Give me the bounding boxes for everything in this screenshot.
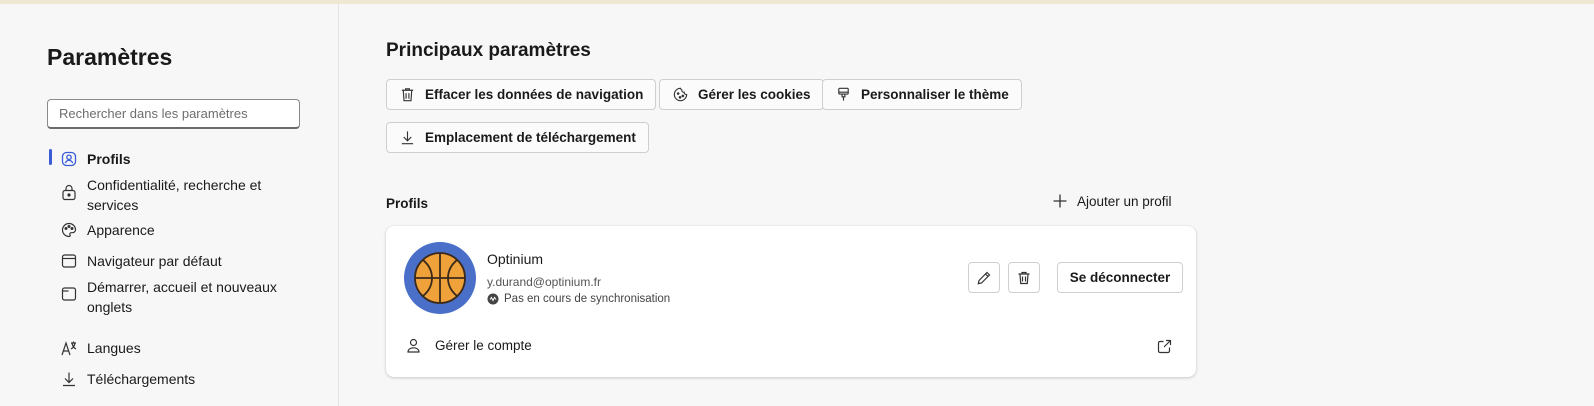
sign-out-button[interactable]: Se déconnecter — [1057, 262, 1183, 293]
download-icon — [401, 131, 414, 145]
chip-label: Effacer les données de navigation — [425, 87, 644, 102]
chip-label: Gérer les cookies — [698, 87, 811, 102]
add-profile-button[interactable]: Ajouter un profil — [1052, 193, 1172, 209]
person-icon — [407, 338, 420, 353]
browser-icon — [61, 254, 77, 268]
palette-icon — [61, 222, 77, 238]
sidebar-item-label: Confidentialité, recherche et services — [87, 177, 262, 213]
pencil-icon — [977, 271, 991, 284]
settings-search-input[interactable] — [47, 99, 300, 129]
sidebar-item-label: Téléchargements — [87, 371, 196, 387]
sidebar-item-label: Navigateur par défaut — [87, 253, 222, 269]
sidebar-title: Paramètres — [47, 44, 173, 70]
profile-name: Optinium — [487, 251, 544, 267]
download-icon — [63, 372, 75, 387]
sidebar-item-label: Démarrer, accueil et nouveaux onglets — [87, 279, 277, 315]
chip-label: Emplacement de téléchargement — [425, 130, 636, 145]
external-link-icon[interactable] — [1156, 338, 1173, 355]
chip-label: Personnaliser le thème — [861, 87, 1009, 102]
edit-profile-button[interactable] — [968, 262, 1000, 293]
plus-icon — [1053, 194, 1067, 208]
start-page-icon — [61, 287, 77, 301]
sidebar-item-label: Langues — [87, 340, 141, 356]
sidebar-item-navigateur-defaut[interactable]: Navigateur par défaut — [60, 251, 297, 271]
profiles-section-label: Profils — [386, 196, 429, 211]
profile-email: y.durand@optinium.fr — [487, 275, 602, 289]
sidebar-item-profils[interactable]: Profils — [60, 149, 297, 169]
manage-account-link[interactable]: Gérer le compte — [405, 337, 532, 354]
active-indicator — [49, 149, 52, 165]
delete-profile-button[interactable] — [1008, 262, 1040, 293]
manage-cookies-button[interactable]: Gérer les cookies — [659, 79, 824, 110]
language-icon — [61, 341, 77, 356]
page-title: Principaux paramètres — [386, 40, 591, 61]
sidebar-item-confidentialite[interactable]: Confidentialité, recherche et services — [60, 175, 297, 215]
sync-status: Pas en cours de synchronisation — [487, 293, 670, 305]
lock-icon — [62, 184, 76, 201]
trash-icon — [1018, 271, 1030, 284]
avatar — [404, 242, 476, 314]
add-profile-label: Ajouter un profil — [1077, 193, 1172, 209]
sidebar-item-label: Profils — [87, 151, 131, 167]
sidebar-item-label: Apparence — [87, 222, 155, 238]
sync-status-label: Pas en cours de synchronisation — [504, 293, 671, 305]
customize-theme-button[interactable]: Personnaliser le thème — [822, 79, 1022, 110]
trash-icon — [401, 88, 414, 102]
sidebar-item-telechargements[interactable]: Téléchargements — [60, 369, 297, 389]
sidebar-item-apparence[interactable]: Apparence — [60, 220, 297, 240]
profile-icon — [61, 151, 77, 167]
clear-browsing-data-button[interactable]: Effacer les données de navigation — [386, 79, 657, 110]
profile-card: Optinium y.durand@optinium.fr Pas en cou… — [386, 226, 1196, 377]
download-location-button[interactable]: Emplacement de téléchargement — [386, 122, 649, 153]
cookie-icon — [673, 87, 688, 102]
manage-account-label: Gérer le compte — [435, 338, 532, 353]
brush-icon — [838, 87, 849, 101]
sync-off-icon — [487, 293, 499, 305]
sidebar-item-demarrer[interactable]: Démarrer, accueil et nouveaux onglets — [60, 277, 297, 317]
sidebar-item-langues[interactable]: Langues — [60, 338, 297, 358]
